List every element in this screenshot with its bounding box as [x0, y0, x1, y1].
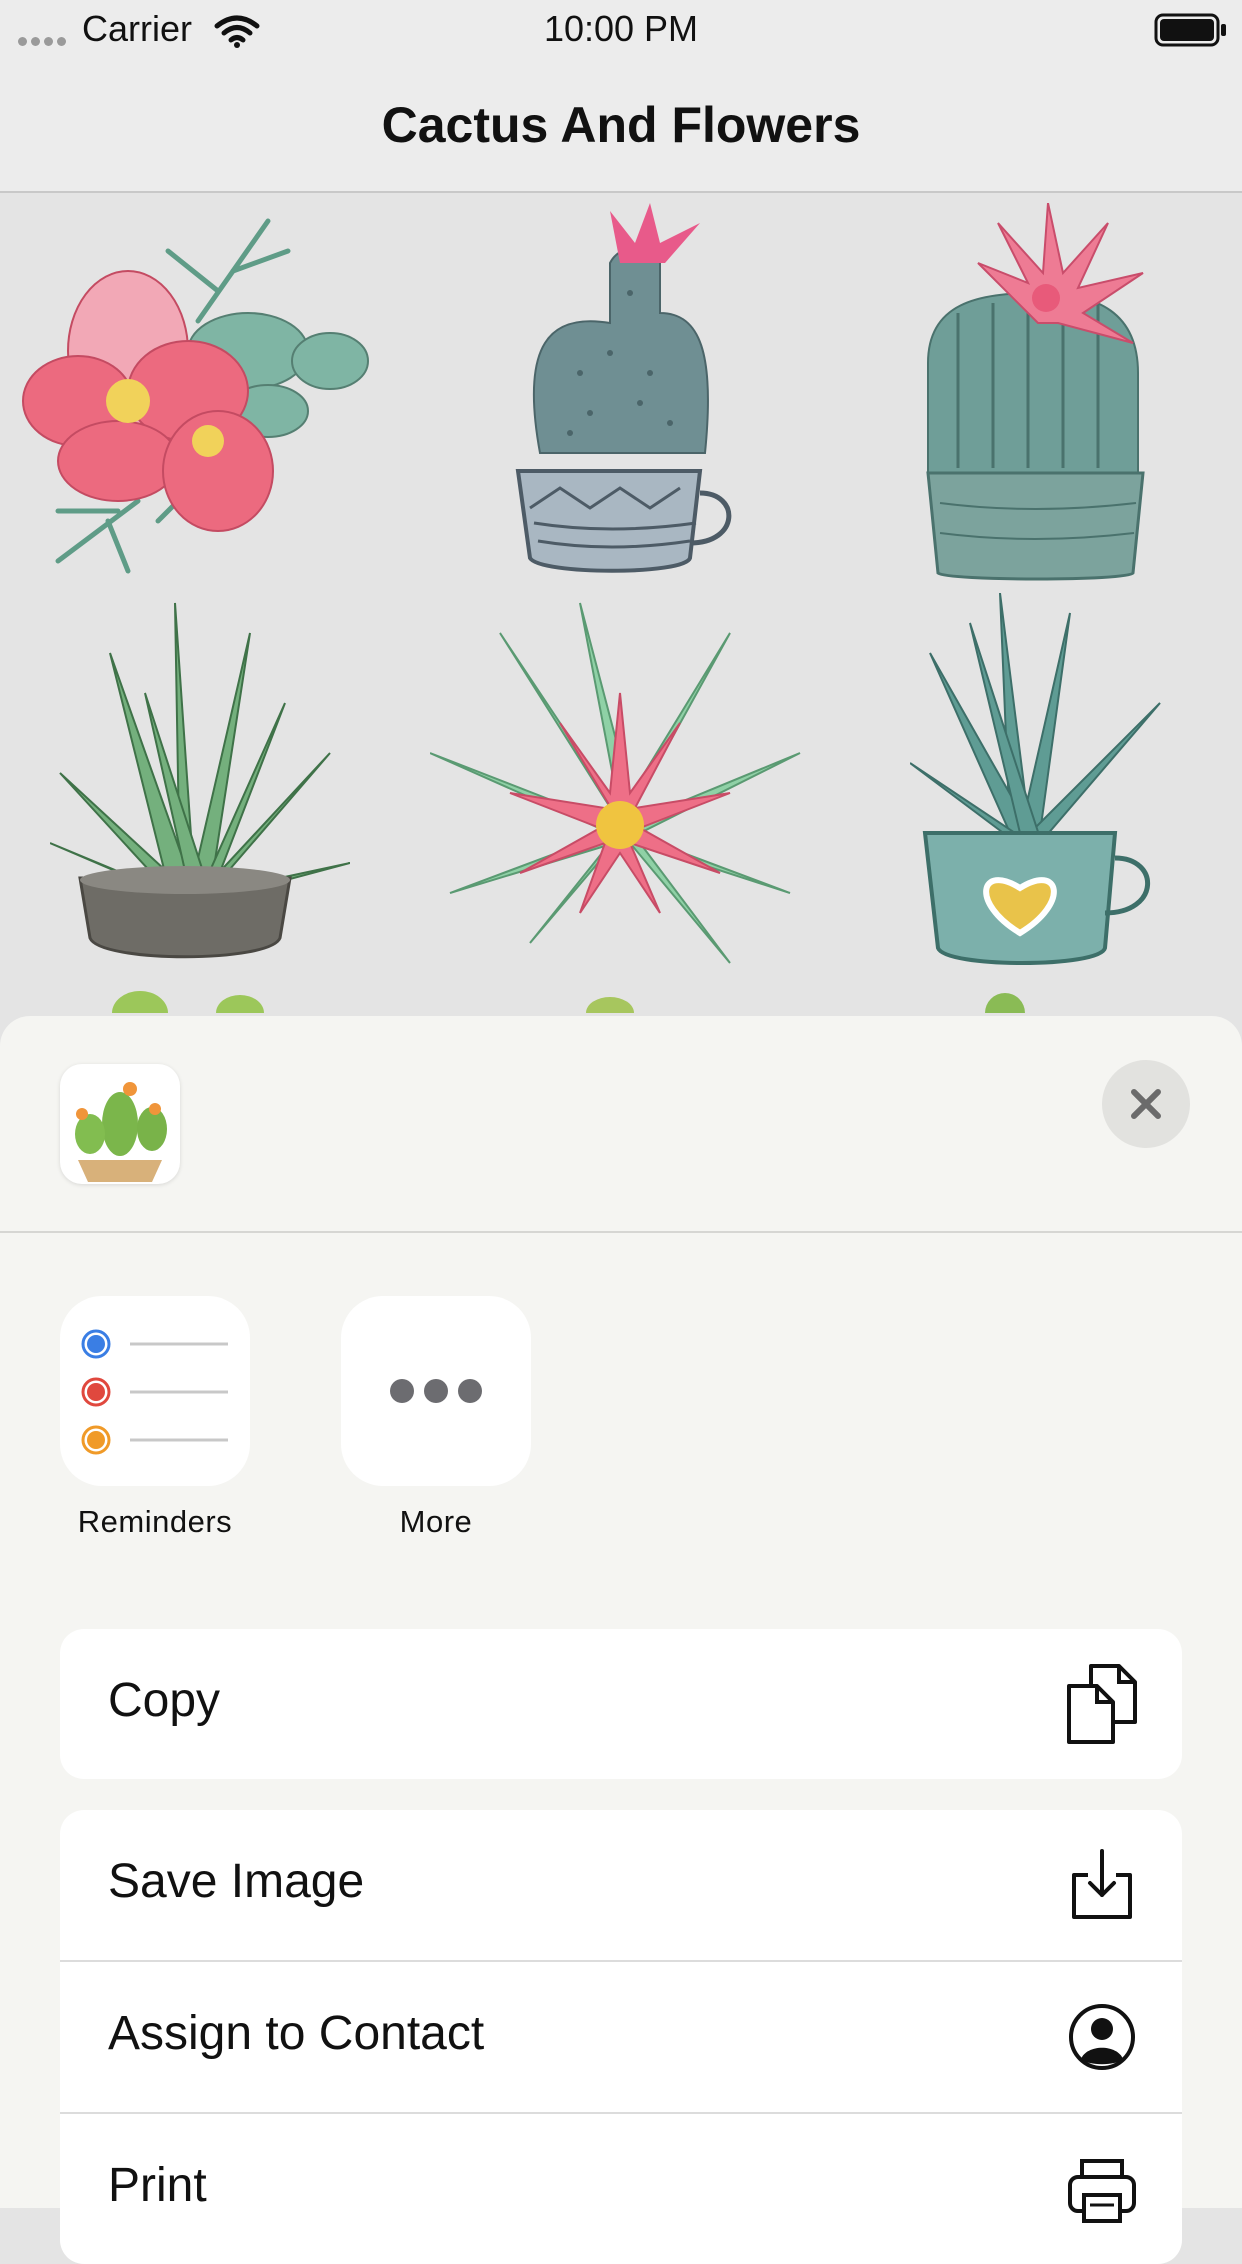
action-label: Save Image: [108, 1855, 365, 1908]
share-app-reminders[interactable]: Reminders: [60, 1296, 250, 1540]
sticker-grid: [0, 193, 1242, 1035]
share-app-label: Reminders: [77, 1504, 233, 1539]
action-assign-to-contact[interactable]: Assign to Contact: [60, 1962, 1182, 2114]
action-print[interactable]: Print: [60, 2114, 1182, 2264]
share-actions-group-secondary: Save Image Assign to Contact Print: [60, 1810, 1182, 2264]
battery-icon: [1154, 13, 1228, 52]
partial-cactus-sticker: [110, 983, 290, 1035]
succulent-heart-cup-sticker[interactable]: [909, 592, 1170, 973]
more-icon: [341, 1296, 531, 1486]
contact-icon: [1062, 1997, 1142, 2077]
close-icon: [1131, 1089, 1161, 1119]
action-copy[interactable]: Copy: [60, 1629, 1182, 1779]
action-label: Print: [108, 2159, 207, 2212]
share-app-more[interactable]: More: [341, 1296, 531, 1540]
print-icon: [1062, 2149, 1142, 2229]
share-sheet-header: [0, 1016, 1242, 1233]
action-save-image[interactable]: Save Image: [60, 1810, 1182, 1962]
pink-flower-succulent-sticker[interactable]: [429, 593, 810, 973]
share-sheet: Reminders More Copy Save Image Assign to…: [0, 1016, 1242, 2264]
action-label: Assign to Contact: [108, 2007, 485, 2060]
flowering-barrel-cactus-sticker[interactable]: [918, 202, 1158, 583]
share-actions-group-primary: Copy: [60, 1629, 1182, 1779]
sticker-preview-thumbnail: [60, 1064, 180, 1184]
save-image-icon: [1062, 1845, 1142, 1925]
close-button[interactable]: [1102, 1060, 1190, 1148]
action-label: Copy: [108, 1674, 221, 1727]
share-apps-row: Reminders More: [0, 1296, 1242, 1556]
status-bar: Carrier 10:00 PM: [0, 0, 1242, 60]
clock: 10:00 PM: [543, 8, 699, 49]
reminders-icon: [60, 1296, 250, 1486]
cactus-cup-sticker[interactable]: [500, 203, 740, 583]
copy-icon: [1062, 1664, 1142, 1744]
partial-cactus-sticker-3: [980, 983, 1030, 1033]
page-title: Cactus And Flowers: [381, 97, 861, 153]
navigation-bar: Cactus And Flowers: [0, 60, 1242, 193]
partial-cactus-sticker-2: [580, 991, 640, 1029]
succulent-bowl-sticker[interactable]: [49, 593, 351, 973]
share-app-label: More: [399, 1504, 473, 1539]
pink-flower-sticker[interactable]: [18, 211, 378, 581]
